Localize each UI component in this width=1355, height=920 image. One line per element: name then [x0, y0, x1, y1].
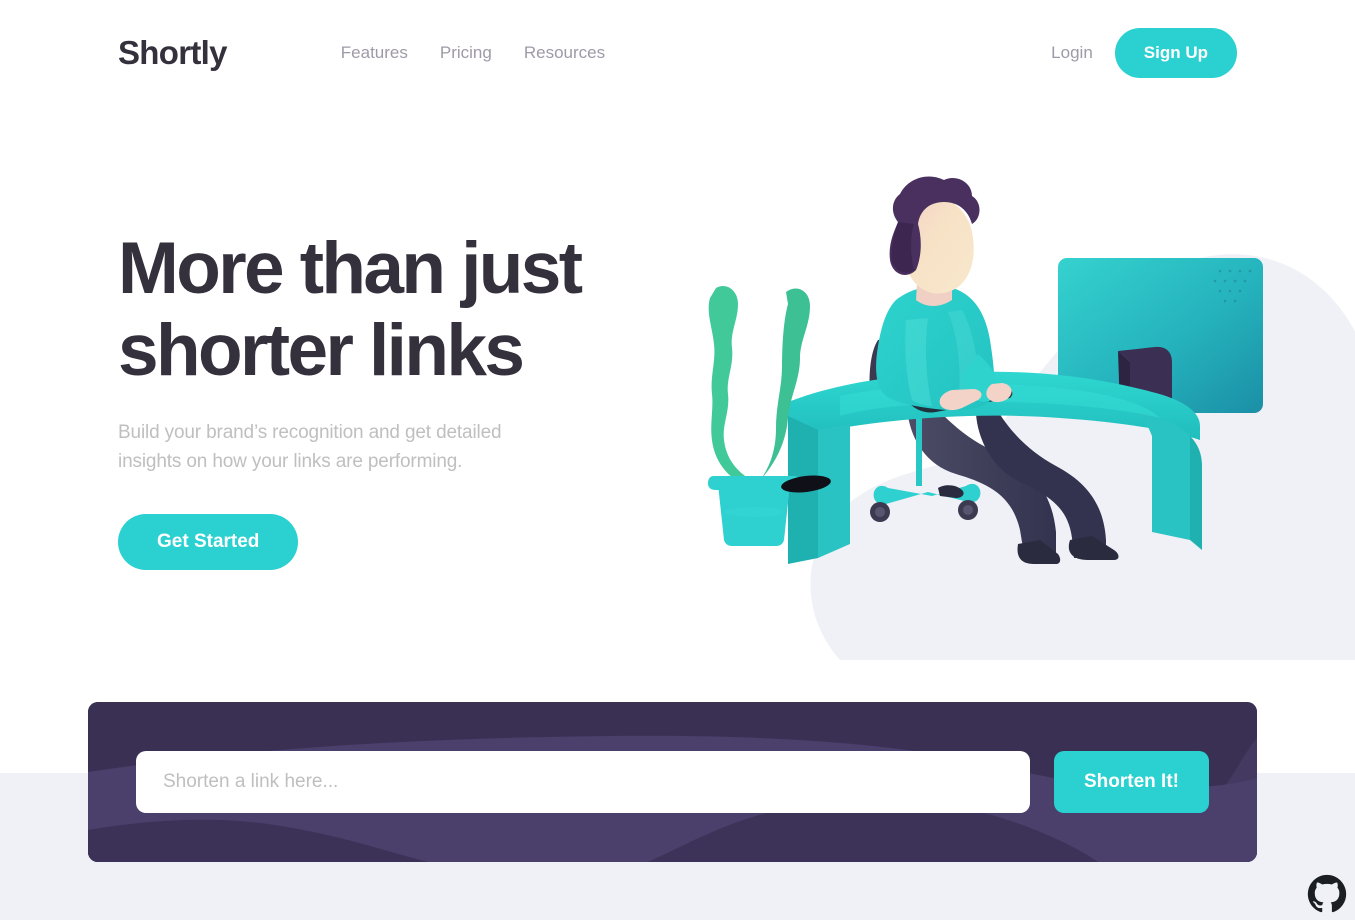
shorten-it-button[interactable]: Shorten It!: [1054, 751, 1209, 813]
signup-button[interactable]: Sign Up: [1114, 27, 1237, 78]
hero-text-block: More than just shorter links Build your …: [118, 228, 718, 570]
nav-link-pricing[interactable]: Pricing: [440, 43, 492, 63]
nav-link-features[interactable]: Features: [341, 43, 408, 63]
hero-subtitle: Build your brand’s recognition and get d…: [118, 422, 502, 472]
logo[interactable]: Shortly: [118, 34, 227, 72]
nav-link-resources[interactable]: Resources: [524, 43, 605, 63]
person-body: [876, 176, 1012, 411]
hero-illustration: [700, 140, 1355, 660]
site-header: Shortly Features Pricing Resources Login…: [0, 0, 1355, 105]
page-title: More than just shorter links: [118, 228, 583, 391]
github-icon[interactable]: [1307, 874, 1347, 914]
auth-group: Login Sign Up: [1051, 27, 1237, 78]
get-started-button[interactable]: Get Started: [118, 514, 299, 570]
shorten-form: Shorten It!: [88, 702, 1257, 862]
shorten-link-card: Shorten It!: [88, 702, 1257, 862]
login-link[interactable]: Login: [1051, 43, 1093, 63]
landing-page: Shortly Features Pricing Resources Login…: [0, 0, 1355, 920]
shorten-link-input[interactable]: [136, 751, 1030, 813]
main-nav: Features Pricing Resources: [341, 43, 605, 63]
